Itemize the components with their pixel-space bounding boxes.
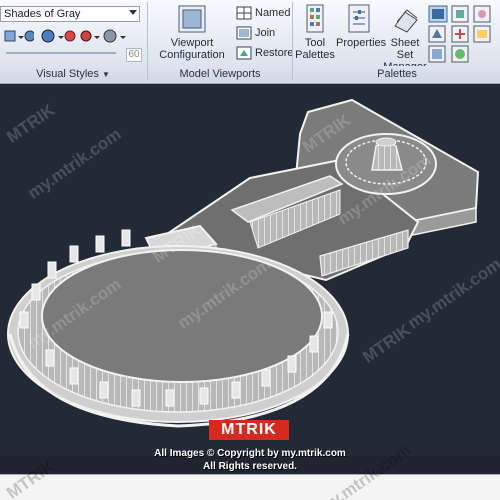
tool-palettes-button[interactable]: Tool Palettes	[294, 4, 336, 61]
ribbon: Shades of Gray 60 Visual Styles ▼ Viewpo…	[0, 0, 500, 84]
join-label: Join	[255, 27, 276, 39]
named-viewport-icon	[236, 6, 252, 20]
drawing-viewport[interactable]: MTRIK my.mtrik.com MTRIK my.mtrik.com MT…	[0, 84, 500, 456]
face-style-icon	[4, 30, 34, 42]
lighting-button[interactable]	[40, 28, 76, 44]
palette-small-icons	[428, 5, 491, 63]
viewport-configuration-label-line2: Configuration	[159, 49, 225, 61]
slider-value[interactable]: 60	[126, 48, 142, 62]
edge-sphere-icon	[80, 29, 126, 43]
autocad-window: Shades of Gray 60 Visual Styles ▼ Viewpo…	[0, 0, 500, 500]
sheet-set-manager-icon	[394, 9, 418, 33]
chevron-down-icon	[129, 10, 137, 15]
face-style-button[interactable]	[4, 28, 34, 44]
named-label: Named	[255, 7, 291, 19]
named-button[interactable]: Named	[236, 6, 290, 20]
chevron-down-icon: ▼	[101, 70, 110, 79]
viewport-configuration-button[interactable]: Viewport Configuration	[152, 4, 232, 61]
join-viewport-icon	[236, 26, 252, 40]
sheet-set-manager-label-line1: Sheet Set	[390, 37, 420, 61]
restore-label: Restore	[255, 47, 294, 59]
join-button[interactable]: Join	[236, 26, 275, 40]
tool-palettes-label-line1: Tool	[304, 37, 326, 49]
palette-small-buttons	[428, 4, 498, 64]
status-bar	[0, 474, 500, 500]
building-3d-model	[7, 98, 480, 428]
model-viewports-panel-title[interactable]: Model Viewports	[148, 66, 292, 82]
visual-style-dropdown[interactable]: Shades of Gray	[0, 6, 140, 22]
tool-palettes-icon	[306, 4, 324, 33]
viewport-configuration-label-line1: Viewport	[170, 37, 214, 49]
panel-divider	[292, 2, 293, 80]
restore-button[interactable]: Restore	[236, 46, 294, 60]
palettes-panel-title[interactable]: Palettes	[294, 66, 500, 82]
mtrik-logo: MTRIK	[209, 420, 289, 440]
edge-style-button[interactable]	[78, 28, 128, 44]
sheet-set-manager-button[interactable]: Sheet Set Manager	[382, 4, 428, 73]
tool-palettes-label-line2: Palettes	[295, 49, 335, 61]
copyright-line-2: All Rights reserved.	[203, 461, 297, 472]
properties-label: Properties	[336, 37, 387, 49]
visual-styles-panel-title[interactable]: Visual Styles ▼	[0, 66, 146, 82]
visual-styles-title-text: Visual Styles	[36, 68, 99, 80]
properties-icon	[348, 4, 370, 33]
copyright-line-1: All Images © Copyright by my.mtrik.com	[154, 448, 346, 459]
viewport-configuration-icon	[178, 5, 206, 33]
restore-viewport-icon	[236, 46, 252, 60]
visual-style-value: Shades of Gray	[4, 8, 81, 20]
properties-button[interactable]: Properties	[336, 4, 387, 49]
opacity-slider[interactable]	[6, 52, 116, 54]
sphere-icon	[41, 29, 76, 43]
